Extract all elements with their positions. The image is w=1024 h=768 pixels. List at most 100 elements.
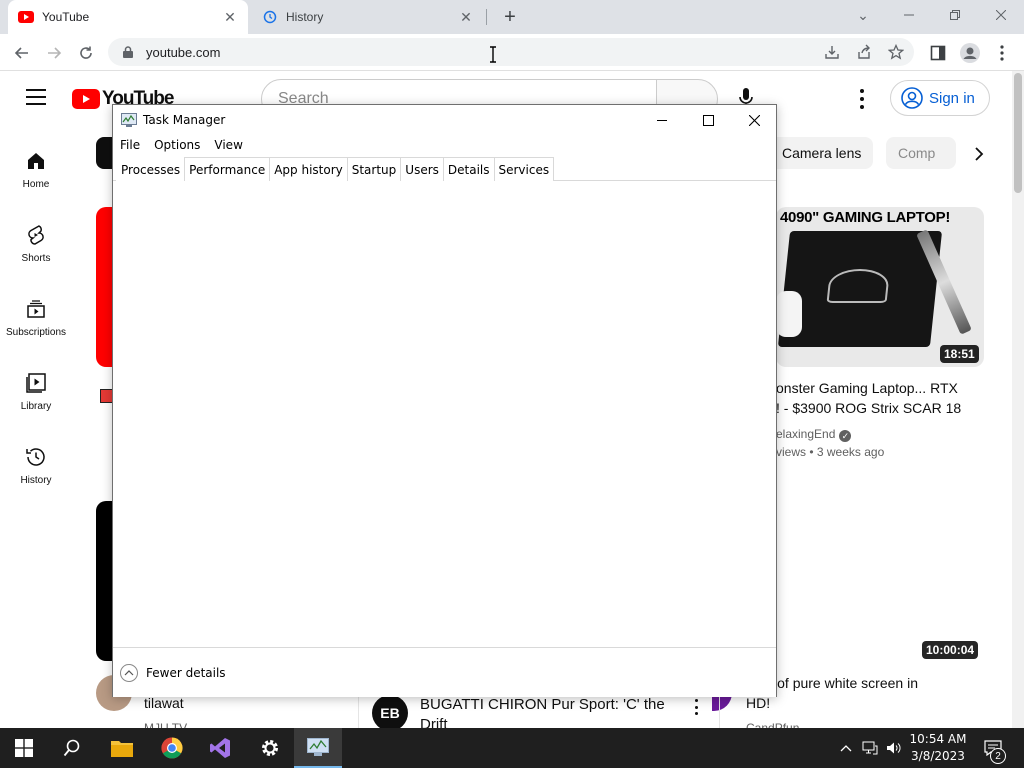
text-cursor-icon	[489, 46, 497, 63]
video-title[interactable]: BUGATTI CHIRON Pur Sport: 'C' the Drift	[420, 695, 665, 728]
search-button[interactable]	[48, 728, 96, 768]
sidebar-item-shorts[interactable]: Shorts	[0, 223, 72, 264]
tab-users[interactable]: Users	[400, 157, 444, 181]
address-bar[interactable]: youtube.com	[108, 38, 914, 66]
visual-studio-icon[interactable]	[196, 728, 244, 768]
tab-search-icon[interactable]: ⌄	[840, 0, 886, 30]
maximize-button[interactable]	[685, 105, 731, 135]
laptop-image	[777, 231, 943, 347]
history-icon	[26, 448, 45, 466]
profile-button[interactable]	[956, 39, 984, 67]
guide-menu-icon[interactable]	[26, 89, 46, 105]
chevron-right-icon[interactable]	[966, 141, 992, 167]
channel-name[interactable]: MJU TV	[144, 719, 187, 728]
volume-icon[interactable]	[886, 740, 902, 756]
video-title[interactable]: onster Gaming Laptop... RTX ! - $3900 RO…	[776, 378, 961, 418]
start-button[interactable]	[0, 728, 48, 768]
close-window-button[interactable]	[978, 0, 1024, 30]
task-manager-icon	[121, 113, 137, 127]
windows-logo-icon	[15, 739, 33, 757]
taskbar-clock[interactable]: 10:54 AM 3/8/2023	[906, 731, 970, 765]
video-options-icon[interactable]	[692, 699, 700, 715]
task-manager-taskbar-icon[interactable]	[294, 728, 342, 768]
close-tab-icon[interactable]: ✕	[222, 9, 238, 25]
chrome-icon[interactable]	[148, 728, 196, 768]
processes-panel	[113, 193, 776, 647]
restore-button[interactable]	[932, 0, 978, 30]
share-icon[interactable]	[852, 40, 876, 64]
chevron-up-icon[interactable]	[120, 663, 138, 682]
bookmark-star-icon[interactable]	[884, 40, 908, 64]
video-thumbnail-gaming-laptop[interactable]: 4090" GAMING LAPTOP! 18:51	[776, 207, 984, 367]
tab-title: YouTube	[42, 10, 90, 24]
history-icon	[262, 9, 278, 25]
browser-menu-button[interactable]	[988, 39, 1016, 67]
forward-button[interactable]	[40, 39, 68, 67]
account-circle-icon	[901, 87, 923, 109]
back-button[interactable]	[8, 39, 36, 67]
network-icon[interactable]	[862, 740, 878, 756]
menu-view[interactable]: View	[207, 138, 249, 152]
tab-app-history[interactable]: App history	[269, 157, 348, 181]
menu-options[interactable]: Options	[147, 138, 207, 152]
close-button[interactable]	[731, 105, 777, 135]
install-app-icon[interactable]	[820, 40, 844, 64]
chevron-up-icon[interactable]	[838, 740, 854, 756]
channel-name[interactable]: elaxingEnd	[776, 427, 835, 441]
hand-image	[776, 291, 802, 337]
browser-toolbar: youtube.com	[0, 34, 1024, 71]
tab-processes[interactable]: Processes	[116, 157, 186, 181]
window-title: Task Manager	[143, 113, 226, 127]
arrow-right-icon	[48, 47, 62, 59]
menu-file[interactable]: File	[113, 138, 147, 152]
file-explorer-icon[interactable]	[98, 728, 146, 768]
sidebar-item-label: Home	[22, 179, 50, 190]
search-icon	[63, 739, 80, 757]
chip-comp[interactable]: Comp	[886, 137, 956, 169]
sign-in-button[interactable]: Sign in	[890, 80, 990, 116]
settings-icon[interactable]	[246, 728, 294, 768]
sidebar-item-label: Library	[20, 401, 52, 412]
fewer-details-link[interactable]: Fewer details	[146, 666, 226, 680]
tab-history[interactable]: History ✕	[252, 0, 484, 34]
sidebar-item-history[interactable]: History	[0, 445, 72, 486]
video-duration: 10:00:04	[922, 641, 979, 659]
sign-in-label: Sign in	[929, 89, 975, 107]
tab-services[interactable]: Services	[493, 157, 555, 181]
url-text: youtube.com	[146, 44, 221, 60]
side-panel-button[interactable]	[924, 39, 952, 67]
channel-avatar-bugatti[interactable]: EB	[372, 695, 408, 728]
tab-youtube[interactable]: YouTube ✕	[8, 0, 248, 34]
tab-details[interactable]: Details	[442, 157, 495, 181]
new-tab-button[interactable]: +	[498, 5, 522, 29]
sidebar-item-home[interactable]: Home	[0, 149, 72, 190]
kebab-menu-icon	[1000, 45, 1004, 61]
reload-button[interactable]	[72, 39, 100, 67]
video-duration: 18:51	[940, 345, 979, 363]
video-meta: elaxingEnd ✓ views • 3 weeks ago	[776, 425, 884, 461]
verified-icon: ✓	[839, 430, 852, 442]
channel-name[interactable]: CandPfun	[746, 719, 799, 728]
minimize-button[interactable]	[639, 105, 685, 135]
shorts-icon	[28, 225, 44, 245]
sidebar-item-library[interactable]: Library	[0, 371, 72, 412]
tab-startup[interactable]: Startup	[346, 157, 402, 181]
clock-time: 10:54 AM	[909, 732, 967, 746]
chip-camera-lens[interactable]: Camera lens	[770, 137, 874, 169]
sidebar-item-label: Subscriptions	[5, 327, 67, 338]
scrollbar-thumb[interactable]	[1014, 73, 1022, 193]
youtube-play-icon	[72, 89, 100, 109]
settings-kebab-icon[interactable]	[856, 89, 868, 109]
page-scrollbar[interactable]	[1012, 71, 1024, 728]
tab-title: History	[286, 10, 324, 24]
video-title-line: Drift	[420, 716, 448, 728]
subscriptions-icon	[27, 300, 45, 318]
browser-tab-strip: YouTube ✕ History ✕ + ⌄	[0, 0, 1024, 34]
close-tab-icon[interactable]: ✕	[458, 9, 474, 25]
sidebar-item-subscriptions[interactable]: Subscriptions	[0, 297, 72, 338]
minimize-button[interactable]	[886, 0, 932, 30]
arrow-left-icon	[14, 47, 28, 59]
tab-performance[interactable]: Performance	[184, 157, 271, 181]
notification-count-badge: 2	[990, 748, 1006, 764]
video-title-line: BUGATTI CHIRON Pur Sport: 'C' the	[420, 696, 665, 713]
